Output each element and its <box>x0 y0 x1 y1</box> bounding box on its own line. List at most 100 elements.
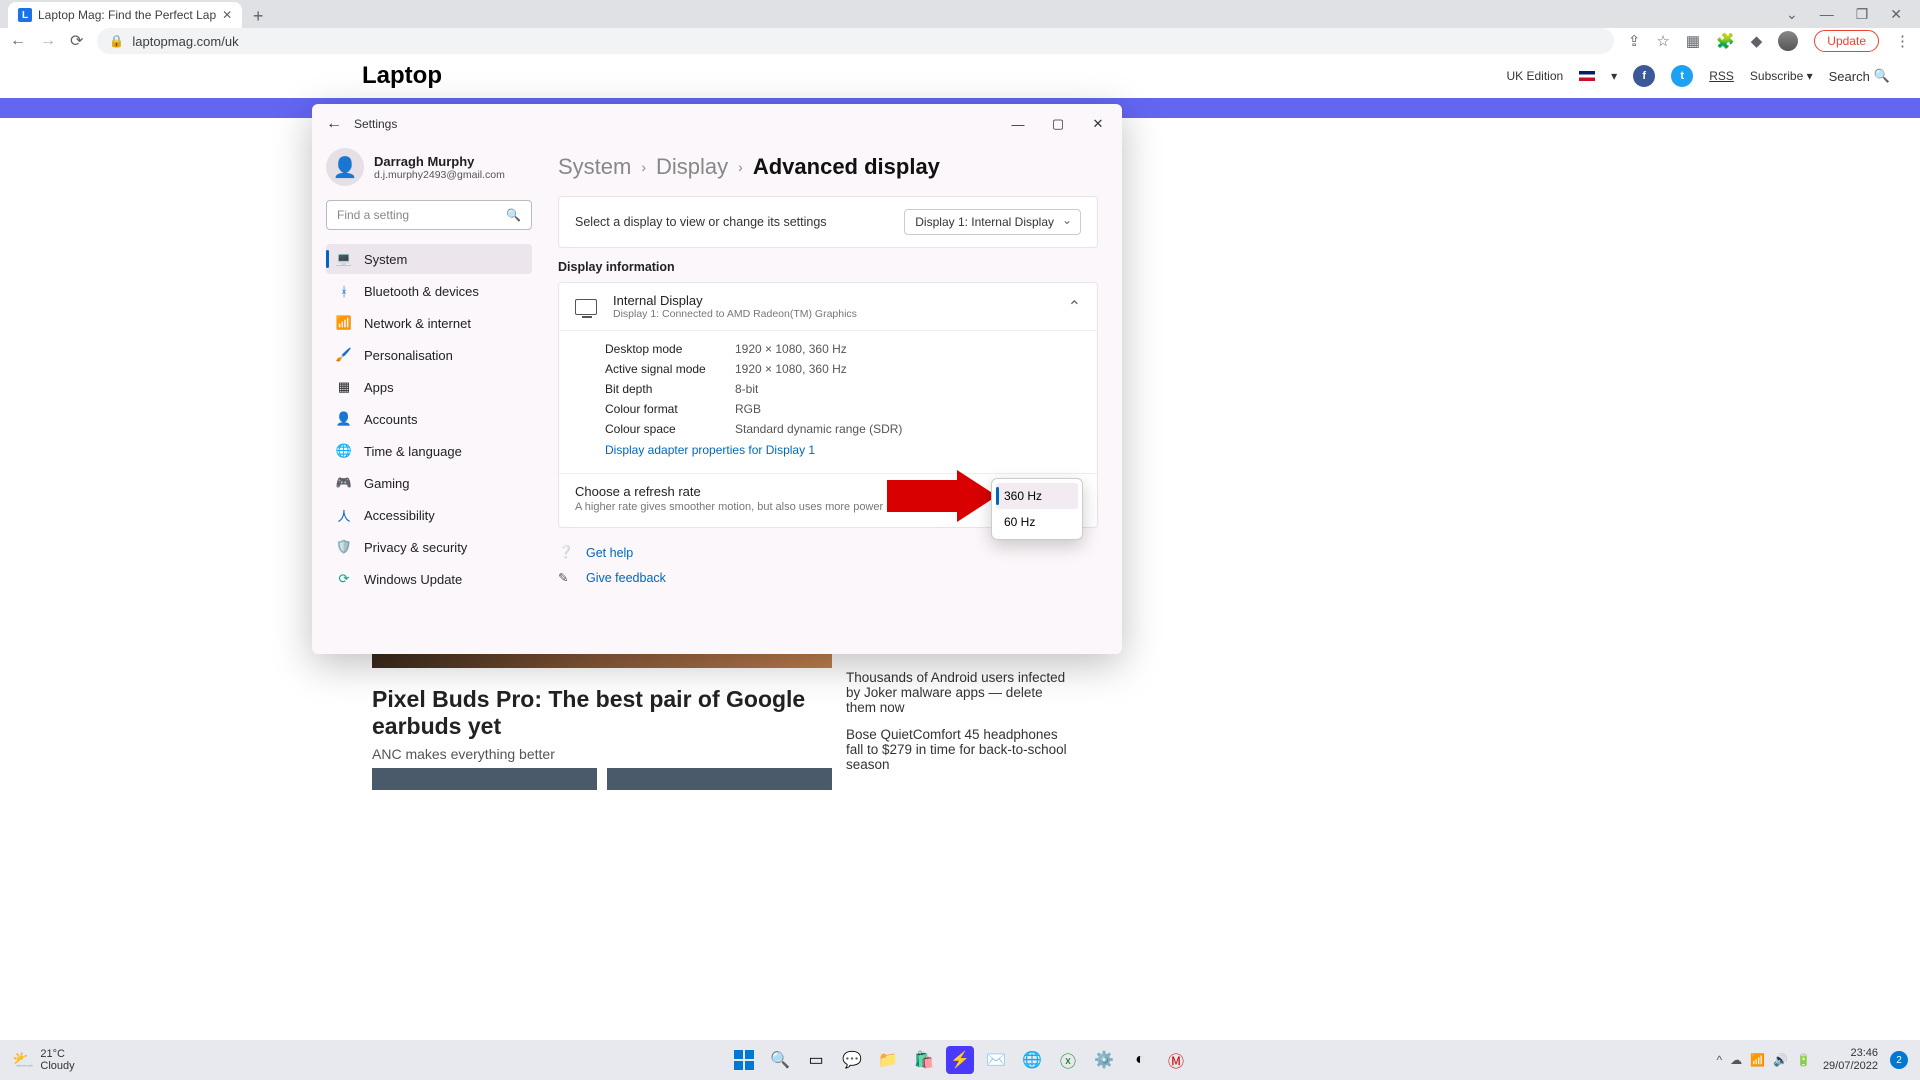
chrome-close-button[interactable]: ✕ <box>1890 6 1902 23</box>
nav-label: System <box>364 252 407 267</box>
bookmark-icon[interactable]: ☆ <box>1656 32 1669 50</box>
thumbnail[interactable] <box>372 768 597 790</box>
display-adapter-link[interactable]: Display adapter properties for Display 1 <box>605 439 1081 465</box>
rss-link[interactable]: RSS <box>1709 69 1734 83</box>
taskbar-store[interactable]: 🛍️ <box>910 1046 938 1074</box>
settings-search-input[interactable]: Find a setting 🔍 <box>326 200 532 230</box>
chrome-minimize-button[interactable]: — <box>1820 6 1834 22</box>
nav-privacy[interactable]: 🛡️Privacy & security <box>326 532 532 562</box>
chrome-maximize-button[interactable]: ❐ <box>1856 6 1869 23</box>
subscribe-link[interactable]: Subscribe ▾ <box>1750 69 1813 83</box>
tray-chevron-icon[interactable]: ^ <box>1716 1053 1722 1067</box>
account-profile[interactable]: 👤 Darragh Murphy d.j.murphy2493@gmail.co… <box>326 148 532 186</box>
search-placeholder: Find a setting <box>337 208 409 222</box>
option-label: 60 Hz <box>1004 515 1035 529</box>
update-button[interactable]: Update <box>1814 30 1879 52</box>
refresh-option-60[interactable]: 60 Hz <box>996 509 1078 535</box>
nav-network[interactable]: 📶Network & internet <box>326 308 532 338</box>
display-select-dropdown[interactable]: Display 1: Internal Display <box>904 209 1081 235</box>
thumbnail[interactable] <box>607 768 832 790</box>
nav-accessibility[interactable]: 人Accessibility <box>326 500 532 530</box>
taskbar-taskview[interactable]: ▭ <box>802 1046 830 1074</box>
taskbar-chrome[interactable]: 🌐 <box>1018 1046 1046 1074</box>
tab-close-icon[interactable]: ✕ <box>222 8 232 22</box>
give-feedback-link[interactable]: ✎Give feedback <box>558 565 1098 590</box>
settings-maximize-button[interactable]: ▢ <box>1040 110 1076 138</box>
site-logo[interactable]: Laptop <box>362 62 442 90</box>
settings-titlebar: ← Settings — ▢ ✕ <box>312 104 1122 144</box>
breadcrumb-system[interactable]: System <box>558 154 631 180</box>
nav-label: Network & internet <box>364 316 471 331</box>
browser-tab[interactable]: L Laptop Mag: Find the Perfect Lap ✕ <box>8 2 242 28</box>
taskbar-explorer[interactable]: 📁 <box>874 1046 902 1074</box>
display-info-card: Internal Display Display 1: Connected to… <box>558 282 1098 528</box>
chrome-dropdown-icon[interactable]: ⌄ <box>1786 6 1798 23</box>
refresh-rate-dropdown[interactable]: 360 Hz 60 Hz <box>991 478 1083 540</box>
forward-button[interactable]: → <box>40 32 56 50</box>
chrome-window-controls: ⌄ — ❐ ✕ <box>1786 0 1920 28</box>
display-connection: Display 1: Connected to AMD Radeon(TM) G… <box>613 308 857 320</box>
refresh-option-360[interactable]: 360 Hz <box>996 483 1078 509</box>
nav-apps[interactable]: ▦Apps <box>326 372 532 402</box>
info-value: 1920 × 1080, 360 Hz <box>735 342 847 356</box>
sidebar-article-link[interactable]: Thousands of Android users infected by J… <box>846 670 1076 715</box>
taskbar-weather[interactable]: ⛅ 21°C Cloudy <box>12 1048 75 1072</box>
tray-wifi-icon[interactable]: 📶 <box>1750 1053 1765 1067</box>
person-icon: 👤 <box>336 411 352 427</box>
tab-favicon: L <box>18 8 32 22</box>
nav-personalisation[interactable]: 🖌️Personalisation <box>326 340 532 370</box>
site-search[interactable]: Search 🔍 <box>1829 68 1890 84</box>
settings-minimize-button[interactable]: — <box>1000 110 1036 138</box>
url-input[interactable]: 🔒 laptopmag.com/uk <box>97 28 1613 54</box>
nav-label: Time & language <box>364 444 462 459</box>
nav-time[interactable]: 🌐 Time & language <box>326 436 532 466</box>
taskbar-mail[interactable]: ✉️ <box>982 1046 1010 1074</box>
get-help-link[interactable]: ❔Get help <box>558 540 1098 565</box>
nav-bluetooth[interactable]: ᚼBluetooth & devices <box>326 276 532 306</box>
notification-badge[interactable]: 2 <box>1890 1051 1908 1069</box>
extension-icon-2[interactable]: ◆ <box>1751 32 1763 50</box>
edition-label[interactable]: UK Edition <box>1506 69 1563 83</box>
new-tab-button[interactable]: + <box>246 4 270 28</box>
breadcrumb-display[interactable]: Display <box>656 154 728 180</box>
extension-icon[interactable]: ▦ <box>1686 32 1700 50</box>
nav-system[interactable]: 💻System <box>326 244 532 274</box>
twitter-icon[interactable]: t <box>1671 65 1693 87</box>
display-info-header[interactable]: Internal Display Display 1: Connected to… <box>559 283 1097 331</box>
display-name: Internal Display <box>613 293 857 308</box>
extensions-menu-icon[interactable]: 🧩 <box>1716 32 1735 50</box>
nav-gaming[interactable]: 🎮Gaming <box>326 468 532 498</box>
taskbar-mcafee[interactable]: Ⓜ <box>1162 1046 1190 1074</box>
settings-back-button[interactable]: ← <box>326 115 342 133</box>
nav-label: Personalisation <box>364 348 453 363</box>
edition-chevron-icon[interactable]: ▾ <box>1611 69 1617 83</box>
globe-icon: 🌐 <box>336 443 352 459</box>
facebook-icon[interactable]: f <box>1633 65 1655 87</box>
taskbar-chat[interactable]: 💬 <box>838 1046 866 1074</box>
chrome-menu-icon[interactable]: ⋮ <box>1895 32 1910 50</box>
taskbar-app[interactable]: ⚡ <box>946 1046 974 1074</box>
tray-onedrive-icon[interactable]: ☁ <box>1730 1053 1742 1067</box>
taskbar-search[interactable]: 🔍 <box>766 1046 794 1074</box>
article-title[interactable]: Pixel Buds Pro: The best pair of Google … <box>372 686 812 740</box>
taskbar-settings[interactable]: ⚙️ <box>1090 1046 1118 1074</box>
browser-chrome: L Laptop Mag: Find the Perfect Lap ✕ + ⌄… <box>0 0 1920 54</box>
shield-icon: 🛡️ <box>336 539 352 555</box>
taskbar-clock[interactable]: 23:46 29/07/2022 <box>1823 1047 1878 1073</box>
breadcrumb: System › Display › Advanced display <box>558 154 1098 180</box>
taskbar-steam[interactable]: ◐ <box>1126 1046 1154 1074</box>
sidebar-article-link[interactable]: Bose QuietComfort 45 headphones fall to … <box>846 727 1076 772</box>
nav-update[interactable]: ⟳Windows Update <box>326 564 532 594</box>
tray-battery-icon[interactable]: 🔋 <box>1796 1053 1811 1067</box>
nav-accounts[interactable]: 👤Accounts <box>326 404 532 434</box>
back-button[interactable]: ← <box>10 32 26 50</box>
start-button[interactable] <box>730 1046 758 1074</box>
reload-button[interactable]: ⟳ <box>70 31 83 51</box>
settings-close-button[interactable]: ✕ <box>1080 110 1116 138</box>
settings-sidebar: 👤 Darragh Murphy d.j.murphy2493@gmail.co… <box>312 144 542 654</box>
share-icon[interactable]: ⇪ <box>1628 32 1641 50</box>
profile-avatar-icon[interactable] <box>1778 31 1798 51</box>
tray-volume-icon[interactable]: 🔊 <box>1773 1053 1788 1067</box>
annotation-arrow-icon <box>887 470 997 522</box>
taskbar-xbox[interactable]: ⓧ <box>1054 1046 1082 1074</box>
